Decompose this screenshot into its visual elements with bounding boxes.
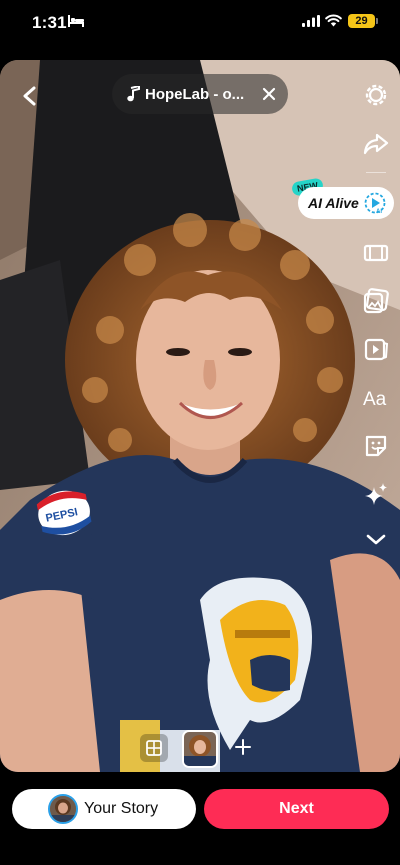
effects-button[interactable] — [361, 480, 391, 510]
toolbar-divider — [366, 172, 386, 173]
video-edit-button[interactable] — [361, 334, 391, 364]
chevron-down-icon — [366, 534, 386, 545]
status-time: 1:31 — [32, 13, 67, 32]
text-icon: Aa — [363, 389, 387, 410]
avatar-image — [50, 796, 76, 822]
text-button[interactable]: Aa — [361, 383, 391, 413]
add-media-button[interactable] — [232, 736, 254, 758]
battery-indicator: 29 — [348, 14, 375, 28]
music-note-icon — [127, 86, 140, 102]
grid-icon — [146, 740, 162, 756]
chevron-left-icon — [23, 86, 36, 106]
your-story-label: Your Story — [84, 800, 159, 817]
ai-icon-text: AI — [376, 209, 382, 214]
share-icon — [363, 133, 389, 155]
photo-preview: PEPSI — [0, 60, 400, 772]
crop-button[interactable] — [361, 238, 391, 268]
next-button[interactable]: Next — [204, 789, 389, 829]
status-bar: 1:31 29 — [0, 0, 400, 48]
share-button[interactable] — [361, 129, 391, 159]
sleep-focus-icon — [68, 15, 84, 27]
sound-label: HopeLab - o... — [145, 85, 245, 103]
effects-icon — [365, 483, 387, 505]
plus-icon — [235, 739, 251, 755]
ai-play-icon: AI — [364, 192, 386, 214]
ai-alive-button[interactable]: AI Alive AI — [298, 187, 394, 219]
settings-icon — [365, 84, 387, 106]
selfie-photo: PEPSI — [0, 60, 400, 772]
add-sound-button[interactable]: HopeLab - o... — [112, 74, 288, 114]
avatar — [48, 794, 78, 824]
photo-edit-icon — [363, 288, 389, 314]
photo-edit-button[interactable] — [361, 286, 391, 316]
sticker-icon — [365, 435, 387, 457]
remove-sound-icon[interactable] — [260, 85, 278, 103]
crop-icon — [363, 244, 389, 262]
your-story-button[interactable]: Your Story — [12, 789, 196, 829]
settings-button[interactable] — [361, 80, 391, 110]
sticker-button[interactable] — [361, 431, 391, 461]
ai-alive-label: AI Alive — [308, 195, 359, 211]
grid-layout-button[interactable] — [140, 734, 168, 762]
thumbnail-image — [184, 732, 216, 766]
video-icon — [364, 338, 389, 361]
selected-photo-thumbnail[interactable] — [182, 730, 218, 768]
battery-tip — [376, 18, 378, 24]
wifi-icon — [325, 14, 342, 27]
svg-text:Aa: Aa — [363, 389, 387, 410]
more-tools-button[interactable] — [361, 524, 391, 554]
back-button[interactable] — [14, 80, 46, 112]
cellular-signal-icon — [302, 15, 320, 27]
